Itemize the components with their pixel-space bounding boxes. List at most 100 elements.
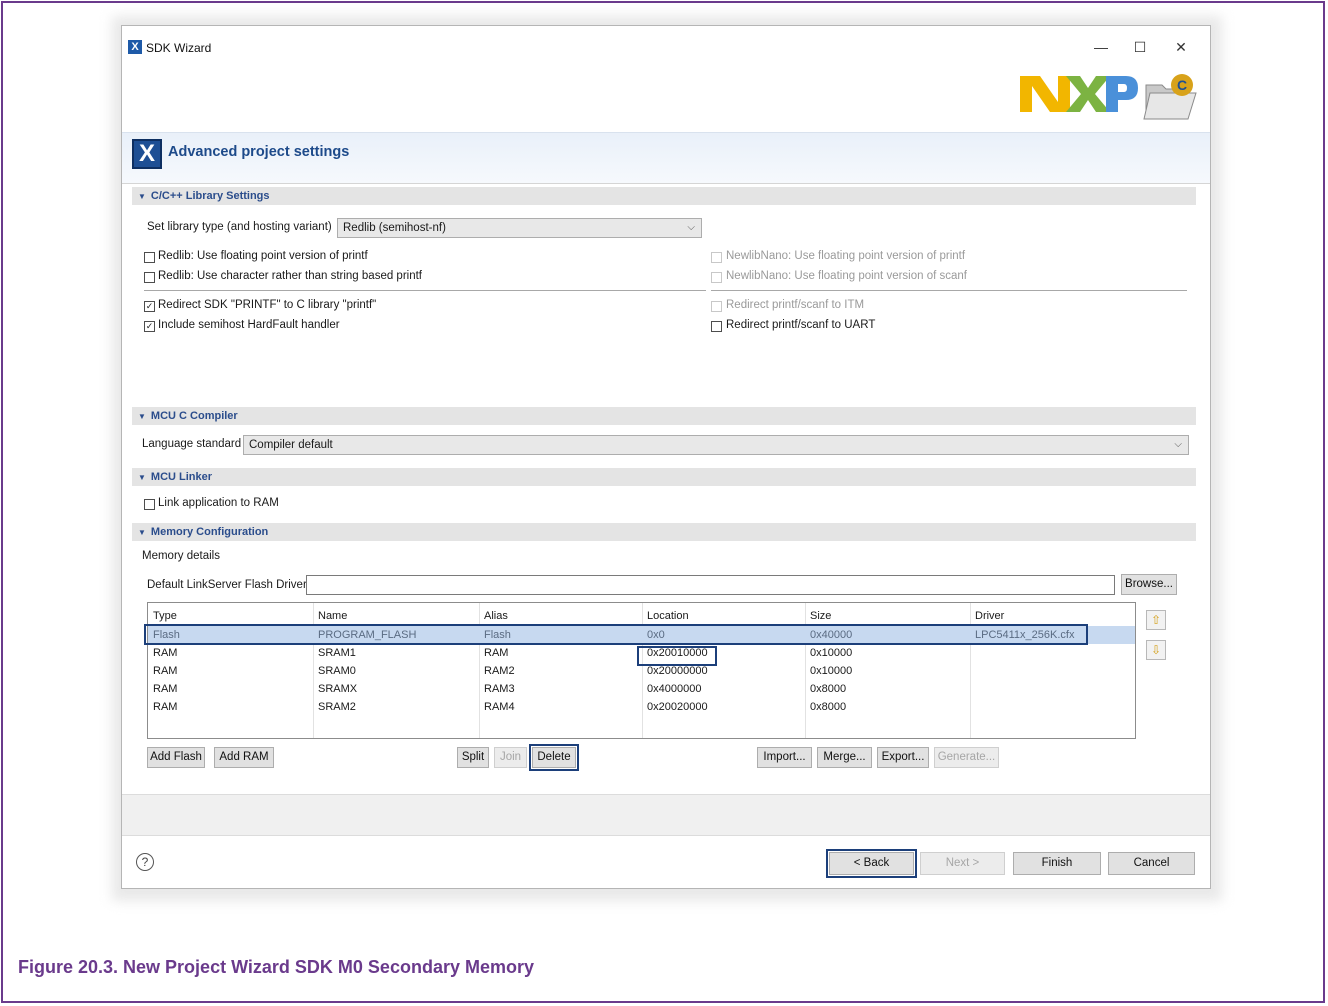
section-title: MCU C Compiler bbox=[150, 410, 238, 422]
help-icon[interactable]: ? bbox=[136, 853, 154, 871]
library-type-select[interactable]: Redlib (semihost-nf) ⌵ bbox=[337, 218, 702, 238]
label-link-to-ram: Link application to RAM bbox=[158, 497, 279, 509]
expand-triangle-icon: ▼ bbox=[138, 412, 146, 421]
checkbox-newlibnano-float-printf[interactable] bbox=[711, 252, 722, 263]
section-library-settings[interactable]: ▼ C/C++ Library Settings bbox=[132, 187, 1196, 205]
next-button[interactable]: Next > bbox=[920, 852, 1005, 875]
wizard-x-icon: X bbox=[132, 139, 162, 169]
cell-size: 0x8000 bbox=[810, 701, 847, 713]
checkbox-redirect-sdk-printf[interactable]: ✓ bbox=[144, 301, 155, 312]
checkbox-redlib-float-printf[interactable] bbox=[144, 252, 155, 263]
chevron-down-icon: ⌵ bbox=[687, 222, 695, 233]
move-up-button[interactable]: ⇧ bbox=[1146, 610, 1166, 630]
back-button[interactable]: < Back bbox=[826, 849, 917, 878]
cell-name: SRAM0 bbox=[318, 665, 356, 677]
delete-button[interactable]: Delete bbox=[529, 744, 579, 771]
column-header-alias[interactable]: Alias bbox=[479, 607, 508, 625]
finish-button[interactable]: Finish bbox=[1013, 852, 1101, 875]
move-down-button[interactable]: ⇩ bbox=[1146, 640, 1166, 660]
checkbox-link-to-ram[interactable] bbox=[144, 499, 155, 510]
label-semihost-hardfault: Include semihost HardFault handler bbox=[158, 319, 340, 331]
expand-triangle-icon: ▼ bbox=[138, 473, 146, 482]
cell-driver bbox=[970, 644, 975, 662]
cell-type: RAM bbox=[153, 683, 178, 695]
section-memory-configuration[interactable]: ▼ Memory Configuration bbox=[132, 523, 1196, 541]
cell-alias: RAM2 bbox=[484, 665, 515, 677]
label-redirect-sdk-printf: Redirect SDK "PRINTF" to C library "prin… bbox=[158, 299, 377, 311]
label-redlib-char-printf: Redlib: Use character rather than string… bbox=[158, 270, 422, 282]
language-standard-select[interactable]: Compiler default ⌵ bbox=[243, 435, 1189, 455]
checkbox-semihost-hardfault[interactable]: ✓ bbox=[144, 321, 155, 332]
label-redlib-float-printf: Redlib: Use floating point version of pr… bbox=[158, 250, 368, 262]
cancel-button[interactable]: Cancel bbox=[1108, 852, 1195, 875]
table-row[interactable]: RAM SRAMX RAM3 0x4000000 0x8000 bbox=[148, 680, 1135, 698]
divider-left bbox=[144, 290, 706, 291]
checkbox-redirect-uart[interactable] bbox=[711, 321, 722, 332]
generate-button[interactable]: Generate... bbox=[934, 747, 999, 768]
title-bar: X SDK Wizard — ☐ ✕ bbox=[122, 26, 1210, 66]
column-header-size[interactable]: Size bbox=[805, 607, 831, 625]
cell-driver bbox=[970, 662, 975, 680]
page-title: Advanced project settings bbox=[168, 144, 350, 160]
column-header-type[interactable]: Type bbox=[148, 607, 177, 625]
section-title: MCU Linker bbox=[150, 471, 213, 483]
language-standard-value: Compiler default bbox=[249, 439, 333, 451]
footer-band bbox=[122, 794, 1210, 836]
library-type-value: Redlib (semihost-nf) bbox=[343, 222, 446, 234]
column-header-name[interactable]: Name bbox=[313, 607, 347, 625]
maximize-button[interactable]: ☐ bbox=[1125, 36, 1155, 58]
nxp-logo bbox=[1020, 72, 1138, 119]
cell-size: 0x10000 bbox=[810, 665, 853, 677]
browse-button[interactable]: Browse... bbox=[1121, 574, 1177, 595]
column-header-driver[interactable]: Driver bbox=[970, 607, 1004, 625]
language-standard-label: Language standard bbox=[142, 438, 242, 450]
label-redirect-uart: Redirect printf/scanf to UART bbox=[726, 319, 876, 331]
highlight-flash-row bbox=[144, 624, 1088, 645]
cell-driver bbox=[970, 698, 975, 716]
expand-triangle-icon: ▼ bbox=[138, 192, 146, 201]
section-title: C/C++ Library Settings bbox=[150, 190, 270, 202]
section-mcu-linker[interactable]: ▼ MCU Linker bbox=[132, 468, 1196, 486]
library-type-label: Set library type (and hosting variant) bbox=[147, 221, 332, 233]
import-button[interactable]: Import... bbox=[757, 747, 812, 768]
table-header: Type Name Alias Location Size Driver bbox=[148, 607, 1135, 625]
cell-name: SRAM1 bbox=[318, 647, 356, 659]
cell-size: 0x8000 bbox=[810, 683, 847, 695]
add-flash-button[interactable]: Add Flash bbox=[147, 747, 205, 768]
add-ram-button[interactable]: Add RAM bbox=[214, 747, 274, 768]
project-folder-icon: C bbox=[1142, 71, 1198, 126]
table-row[interactable]: RAM SRAM2 RAM4 0x20020000 0x8000 bbox=[148, 698, 1135, 716]
app-icon: X bbox=[128, 40, 142, 54]
cell-alias: RAM4 bbox=[484, 701, 515, 713]
flash-driver-input[interactable] bbox=[306, 575, 1115, 595]
label-newlibnano-float-printf: NewlibNano: Use floating point version o… bbox=[726, 250, 966, 262]
column-header-location[interactable]: Location bbox=[642, 607, 689, 625]
browse-label: Browse... bbox=[1125, 578, 1173, 590]
section-mcu-compiler[interactable]: ▼ MCU C Compiler bbox=[132, 407, 1196, 425]
figure-caption: Figure 20.3. New Project Wizard SDK M0 S… bbox=[18, 957, 534, 977]
chevron-down-icon: ⌵ bbox=[1174, 439, 1182, 450]
split-button[interactable]: Split bbox=[457, 747, 489, 768]
merge-button[interactable]: Merge... bbox=[817, 747, 872, 768]
checkbox-redirect-itm[interactable] bbox=[711, 301, 722, 312]
expand-triangle-icon: ▼ bbox=[138, 528, 146, 537]
minimize-button[interactable]: — bbox=[1086, 36, 1116, 58]
memory-details-label: Memory details bbox=[142, 550, 220, 562]
flash-driver-label: Default LinkServer Flash Driver bbox=[147, 579, 307, 591]
window-title: SDK Wizard bbox=[146, 41, 212, 55]
checkbox-newlibnano-float-scanf[interactable] bbox=[711, 272, 722, 283]
cell-name: SRAM2 bbox=[318, 701, 356, 713]
memory-table[interactable]: Type Name Alias Location Size Driver Fla… bbox=[147, 602, 1136, 739]
export-button[interactable]: Export... bbox=[877, 747, 929, 768]
close-button[interactable]: ✕ bbox=[1166, 36, 1196, 58]
highlight-location-cell bbox=[637, 646, 717, 666]
svg-text:C: C bbox=[1177, 77, 1187, 93]
checkbox-redlib-char-printf[interactable] bbox=[144, 272, 155, 283]
join-button[interactable]: Join bbox=[494, 747, 527, 768]
cell-alias: RAM3 bbox=[484, 683, 515, 695]
cell-size: 0x10000 bbox=[810, 647, 853, 659]
label-newlibnano-float-scanf: NewlibNano: Use floating point version o… bbox=[726, 270, 967, 282]
cell-type: RAM bbox=[153, 647, 178, 659]
cell-driver bbox=[970, 680, 975, 698]
cell-type: RAM bbox=[153, 701, 178, 713]
